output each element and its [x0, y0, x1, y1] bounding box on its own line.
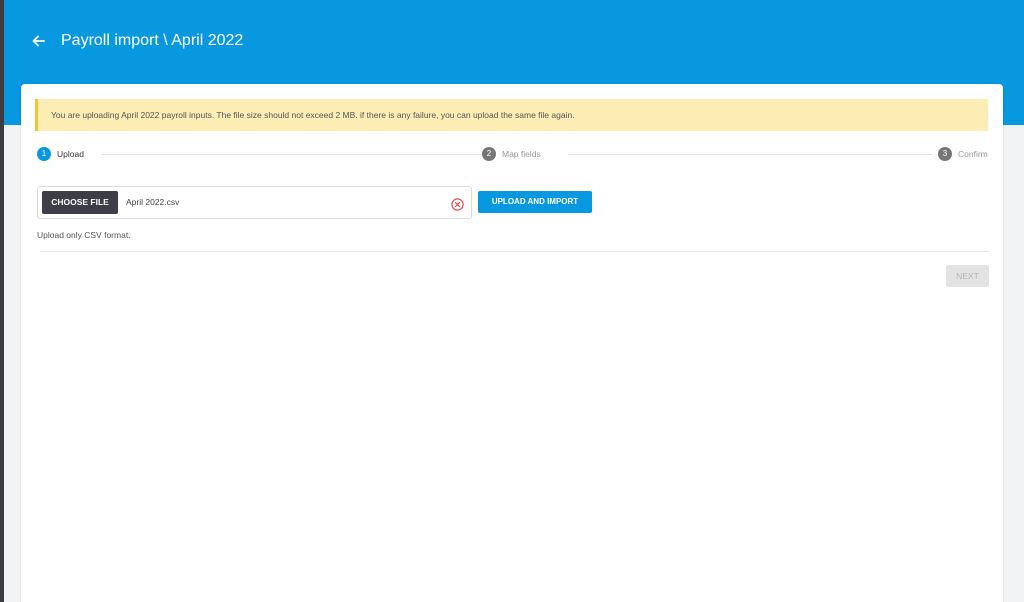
step-confirm: 3 Confirm: [938, 146, 988, 162]
divider: [40, 251, 989, 252]
stepper-connector: [568, 153, 932, 155]
step-upload: 1 Upload: [37, 146, 84, 162]
format-hint: Upload only CSV format.: [37, 230, 131, 240]
page-title: Payroll import \ April 2022: [61, 32, 244, 49]
selected-file-name: April 2022.csv: [126, 197, 180, 207]
stepper-connector: [101, 153, 485, 155]
step-map-fields: 2 Map fields: [482, 146, 541, 162]
payroll-import-page: Payroll import \ April 2022 You are uplo…: [0, 0, 1024, 602]
step-number: 3: [938, 147, 952, 161]
close-circle-icon[interactable]: [451, 198, 464, 211]
arrow-left-icon[interactable]: [29, 31, 49, 51]
info-alert: You are uploading April 2022 payroll inp…: [35, 99, 988, 131]
step-number: 1: [37, 147, 51, 161]
step-label: Map fields: [502, 149, 541, 159]
import-card: You are uploading April 2022 payroll inp…: [21, 84, 1003, 602]
step-label: Upload: [57, 149, 84, 159]
step-label: Confirm: [958, 149, 988, 159]
step-number: 2: [482, 147, 496, 161]
choose-file-button[interactable]: CHOOSE FILE: [42, 191, 118, 214]
file-input[interactable]: CHOOSE FILE April 2022.csv: [37, 186, 472, 219]
upload-and-import-button[interactable]: UPLOAD AND IMPORT: [478, 191, 592, 213]
next-button[interactable]: NEXT: [946, 265, 989, 287]
stepper: 1 Upload 2 Map fields 3 Confirm: [37, 146, 989, 162]
